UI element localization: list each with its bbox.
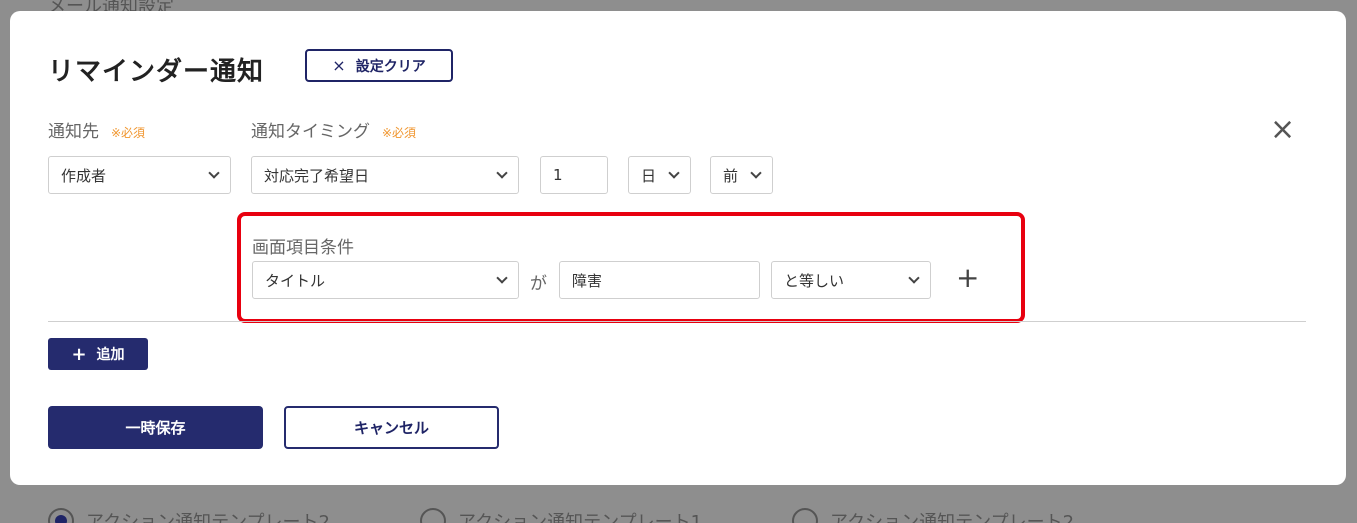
recipient-value: 作成者 [61,166,107,185]
condition-field-select[interactable]: タイトル [252,261,519,299]
add-condition-icon[interactable]: + [956,263,979,293]
reminder-dialog: リマインダー通知 × 設定クリア × 通知先 ※必須 通知タイミング ※必須 作成者… [10,11,1346,485]
condition-connector: が [530,274,547,294]
add-button[interactable]: + 追加 [48,338,148,370]
radio-option-template-2a[interactable]: アクション通知テンプレート2 [48,508,330,523]
required-badge: ※必須 [382,126,417,140]
condition-operator-select[interactable]: と等しい [771,261,931,299]
plus-icon: + [71,343,87,365]
condition-field-value: タイトル [265,271,326,290]
radio-label: アクション通知テンプレート1 [458,512,703,523]
timing-unit-select[interactable]: 日 [628,156,691,194]
chevron-down-icon [208,167,220,179]
condition-value-input[interactable]: 障害 [559,261,760,299]
radio-option-template-1[interactable]: アクション通知テンプレート1 [420,508,702,523]
cancel-button[interactable]: キャンセル [284,406,499,449]
timing-amount-input[interactable]: 1 [540,156,608,194]
recipient-select[interactable]: 作成者 [48,156,231,194]
timing-label-text: 通知タイミング [251,122,370,142]
radio-label: アクション通知テンプレート2 [830,512,1075,523]
radio-unselected-icon[interactable] [420,508,447,523]
add-button-label: 追加 [96,347,125,363]
chevron-down-icon [668,167,680,179]
recipient-label: 通知先 ※必須 [48,117,145,142]
timing-direction-select[interactable]: 前 [710,156,773,194]
recipient-label-text: 通知先 [48,122,99,142]
save-button[interactable]: 一時保存 [48,406,263,449]
dialog-title: リマインダー通知 [48,57,265,87]
condition-value-text: 障害 [572,271,603,290]
required-badge: ※必須 [111,126,146,140]
clear-settings-button[interactable]: × 設定クリア [305,49,453,82]
chevron-down-icon [496,167,508,179]
radio-unselected-icon[interactable] [792,508,819,523]
radio-label: アクション通知テンプレート2 [86,512,331,523]
radio-option-template-2b[interactable]: アクション通知テンプレート2 [792,508,1074,523]
chevron-down-icon [750,167,762,179]
radio-selected-icon[interactable] [48,508,74,523]
timing-unit-value: 日 [641,166,657,185]
chevron-down-icon [496,272,508,284]
condition-operator-value: と等しい [784,271,845,290]
divider [48,321,1306,322]
chevron-down-icon [908,272,920,284]
timing-amount-value: 1 [553,166,563,184]
timing-label: 通知タイミング ※必須 [251,117,416,142]
close-icon: × [332,56,346,75]
background-radio-group: アクション通知テンプレート2 アクション通知テンプレート1 アクション通知テンプ… [48,508,1348,523]
timing-field-select[interactable]: 対応完了希望日 [251,156,519,194]
clear-settings-label: 設定クリア [355,58,426,75]
timing-direction-value: 前 [723,166,739,185]
close-icon[interactable]: × [1270,115,1295,145]
timing-field-value: 対応完了希望日 [264,166,370,185]
condition-label: 画面項目条件 [252,238,354,258]
